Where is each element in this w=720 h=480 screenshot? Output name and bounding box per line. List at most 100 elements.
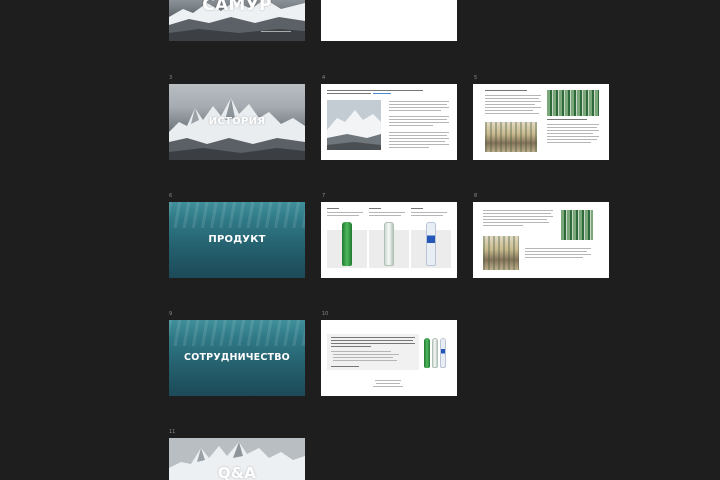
text-line	[525, 254, 591, 256]
text-line	[485, 98, 539, 100]
water-texture	[169, 202, 305, 228]
text-line	[389, 147, 429, 149]
text-line	[389, 122, 449, 124]
text-line	[327, 212, 363, 214]
slide-thumbnail-5[interactable]	[473, 84, 609, 160]
slide-thumbnail-8[interactable]	[473, 202, 609, 278]
text-line	[327, 208, 339, 210]
text-line	[389, 135, 447, 137]
slide-thumbnail-7[interactable]	[321, 202, 457, 278]
text-line	[547, 119, 587, 121]
slide-number: 5	[474, 75, 478, 81]
text-line	[373, 93, 391, 95]
text-line	[485, 104, 535, 106]
bottles-photo	[561, 210, 593, 240]
slide-number: 6	[169, 193, 173, 199]
clear-bottle	[384, 222, 394, 266]
slide-thumbnail-11[interactable]: Q&A	[169, 438, 305, 480]
text-line	[389, 141, 445, 143]
text-line	[411, 212, 447, 214]
slide-number: 10	[322, 311, 329, 317]
slide-thumbnail-1[interactable]: САМУР	[169, 0, 305, 41]
slide-title: ИСТОРИЯ	[208, 116, 266, 127]
text-line	[331, 366, 359, 368]
text-line	[369, 215, 401, 217]
text-line	[485, 95, 541, 97]
text-line	[389, 132, 449, 134]
text-line	[331, 346, 371, 348]
text-line	[483, 219, 547, 221]
text-line	[525, 257, 583, 259]
text-line	[376, 383, 400, 385]
text-line	[547, 133, 593, 135]
slide-number: 7	[322, 193, 326, 199]
text-line	[411, 208, 423, 210]
text-line	[389, 138, 449, 140]
text-line	[369, 208, 381, 210]
text-line	[411, 215, 443, 217]
text-line	[389, 144, 449, 146]
text-line	[389, 101, 449, 103]
text-line	[483, 225, 523, 227]
text-line	[525, 248, 591, 250]
text-line	[327, 93, 371, 95]
text-line	[525, 251, 587, 253]
slide-title: Q&A	[217, 464, 257, 480]
text-line	[333, 354, 399, 356]
text-line	[373, 386, 403, 388]
text-line	[389, 104, 447, 106]
text-line	[333, 360, 397, 362]
text-line	[483, 216, 553, 218]
text-line	[483, 213, 551, 215]
warehouse-photo	[483, 236, 519, 270]
slide-number: 4	[322, 75, 326, 81]
slide-number: 9	[169, 311, 173, 317]
bottles-photo	[547, 90, 599, 116]
slide-title: СОТРУДНИЧЕСТВО	[184, 352, 290, 363]
text-line	[375, 380, 401, 382]
green-bottle	[342, 222, 352, 266]
text-line	[389, 116, 449, 118]
text-line	[333, 357, 393, 359]
text-line	[485, 113, 539, 115]
blue-bottle	[440, 338, 446, 368]
text-line	[389, 119, 447, 121]
blue-bottle	[426, 222, 436, 266]
text-line	[331, 337, 415, 339]
text-line	[331, 340, 413, 342]
slide-title: ПРОДУКТ	[208, 234, 266, 245]
text-line	[389, 125, 433, 127]
text-line	[261, 31, 291, 33]
text-line	[485, 110, 533, 112]
text-line	[483, 210, 553, 212]
text-line	[331, 343, 415, 345]
text-line	[547, 142, 591, 144]
slide-thumbnail-4[interactable]	[321, 84, 457, 160]
text-line	[547, 124, 599, 126]
slide-thumbnail-10[interactable]	[321, 320, 457, 396]
text-line	[327, 215, 359, 217]
water-texture	[169, 320, 305, 346]
text-line	[547, 130, 599, 132]
clear-bottle	[432, 338, 438, 368]
slide-thumbnail-3[interactable]: ИСТОРИЯ	[169, 84, 305, 160]
text-line	[483, 222, 549, 224]
text-line	[331, 351, 391, 353]
slide-number: 3	[169, 75, 173, 81]
text-line	[389, 110, 441, 112]
slide-number: 11	[169, 429, 176, 435]
text-line	[547, 139, 597, 141]
text-line	[485, 107, 541, 109]
slide-thumbnail-9[interactable]: СОТРУДНИЧЕСТВО	[169, 320, 305, 396]
warehouse-photo	[485, 122, 537, 152]
slide-number: 8	[474, 193, 478, 199]
text-line	[389, 107, 449, 109]
slide-thumbnail-6[interactable]: ПРОДУКТ	[169, 202, 305, 278]
text-line	[547, 127, 597, 129]
text-line	[369, 212, 405, 214]
slide-thumbnail-2[interactable]	[321, 0, 457, 41]
text-line	[485, 101, 541, 103]
text-line	[547, 136, 599, 138]
green-bottle	[424, 338, 430, 368]
text-line	[485, 90, 527, 92]
